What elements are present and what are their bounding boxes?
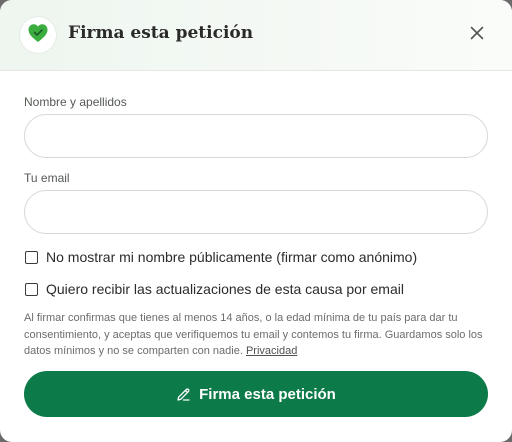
consent-disclaimer: Al firmar confirmas que tienes al menos …: [24, 310, 494, 360]
logo: [20, 17, 56, 53]
updates-option[interactable]: Quiero recibir las actualizaciones de es…: [24, 280, 404, 298]
pencil-icon: [176, 387, 191, 402]
anonymous-checkbox[interactable]: [25, 250, 38, 264]
dialog-header: Firma esta petición: [0, 0, 512, 71]
anonymous-label: No mostrar mi nombre públicamente (firma…: [46, 249, 418, 265]
email-input[interactable]: [24, 190, 488, 234]
updates-label: Quiero recibir las actualizaciones de es…: [46, 281, 404, 297]
privacy-link[interactable]: Privacidad: [246, 345, 297, 357]
email-label: Tu email: [24, 171, 70, 185]
dialog-title: Firma esta petición: [68, 23, 254, 43]
close-icon: [470, 26, 484, 45]
petition-sign-dialog: Firma esta petición Nombre y apellidos T…: [0, 0, 512, 442]
close-button[interactable]: [466, 24, 488, 46]
heart-check-icon: [27, 23, 49, 48]
updates-checkbox[interactable]: [25, 282, 38, 296]
name-input[interactable]: [24, 114, 488, 158]
sign-petition-button[interactable]: Firma esta petición: [24, 371, 488, 417]
name-label: Nombre y apellidos: [24, 95, 127, 109]
anonymous-option[interactable]: No mostrar mi nombre públicamente (firma…: [24, 248, 417, 266]
sign-petition-label: Firma esta petición: [199, 385, 336, 403]
